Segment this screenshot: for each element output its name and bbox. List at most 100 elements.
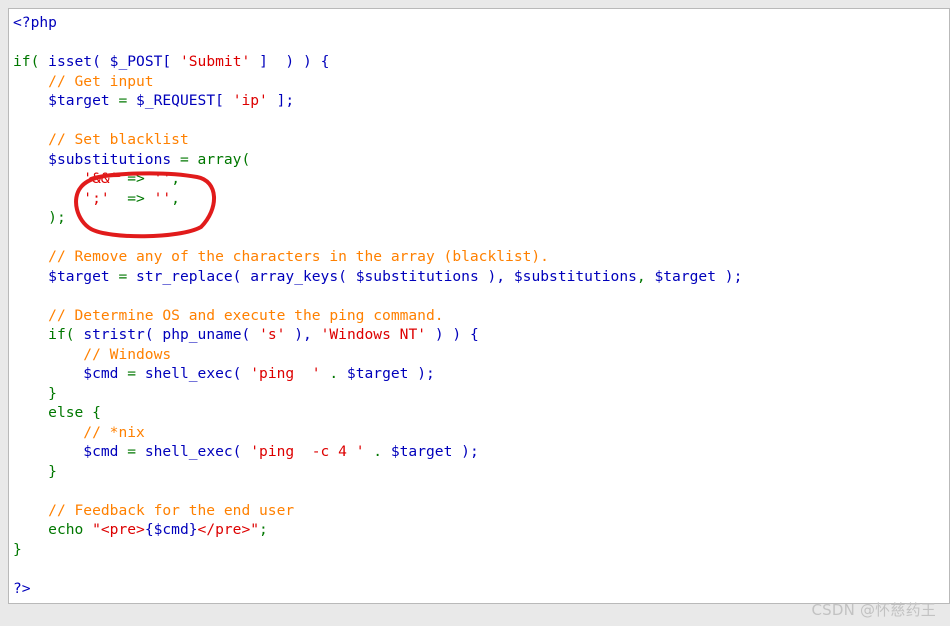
code-token: $target [346,365,409,382]
code-token: isset( [48,53,101,70]
code-token: // Set blacklist [48,131,189,148]
code-token: 'Submit' [179,53,251,70]
code-token: ] ) ) { [250,53,330,70]
code-token: } [13,540,22,558]
code-token: str_replace( [136,267,242,285]
code-token: ]; [267,92,295,109]
code-token: // Windows [83,345,172,363]
code-token: , [171,189,180,207]
code-line: echo "<pre>{$cmd}</pre>"; [13,520,742,540]
code-line: } [13,462,742,482]
code-token: } [48,384,57,402]
code-token: $substitutions [355,267,479,285]
code-line: <?php [13,13,742,33]
code-token: "<pre> [92,521,145,538]
code-token: else { [48,404,101,421]
code-line: $target = str_replace( array_keys( $subs… [13,267,742,287]
code-token: $target [48,267,110,285]
code-token: $_REQUEST[ [136,92,224,109]
code-token: {$cmd} [144,521,198,538]
code-token: => [118,170,154,187]
code-token: ); [452,443,479,460]
code-token: = [118,365,145,382]
code-token: , [636,267,655,285]
code-token: 'ping ' [250,365,321,382]
code-token: ); [716,267,743,285]
code-token: ) ) { [426,326,479,343]
code-token: = [118,443,145,460]
code-token: if( [48,326,75,343]
csdn-watermark: CSDN @怀慈药王 [811,601,936,619]
code-token: => [109,189,154,207]
code-line: ';' => '', [13,189,742,209]
code-token: = [109,267,137,285]
code-line: if( stristr( php_uname( 's' ), 'Windows … [13,325,742,345]
code-token: $cmd [83,443,119,460]
code-token: // Feedback for the end user [48,501,295,519]
code-token: // Get input [48,72,154,90]
code-token: ; [259,521,268,538]
code-token: if( [13,53,40,70]
code-token: // Remove any of the characters in the a… [48,248,549,265]
code-token: ), [478,267,514,285]
code-token: ), [285,326,321,343]
code-token: '' [153,170,172,187]
code-token: '&&' [83,170,119,187]
code-token: . [364,443,391,460]
code-token: $cmd [83,365,119,382]
code-token: ?> [13,579,31,597]
php-source-code: <?php if( isset( $_POST[ 'Submit' ] ) ) … [13,13,742,598]
code-line: '&&' => '', [13,169,742,189]
code-token: $substitutions [513,267,637,285]
code-viewer: <?php if( isset( $_POST[ 'Submit' ] ) ) … [8,8,950,604]
code-token: echo [48,521,93,538]
code-token: php_uname( [162,326,251,343]
code-token: $substitutions [48,150,172,168]
code-line: // Remove any of the characters in the a… [13,247,742,267]
code-line: $substitutions = array( [13,150,742,170]
code-token: ); [408,365,435,382]
code-token: ); [48,209,66,226]
code-token: ';' [83,189,110,207]
code-token: '' [153,189,172,207]
code-token: // *nix [83,423,145,441]
code-token: = [171,150,198,168]
code-line: // Windows [13,345,742,365]
code-line: // Set blacklist [13,130,742,150]
code-token: $_POST[ [109,53,172,70]
code-token: <?php [13,14,57,31]
code-token: 'Windows NT' [320,326,427,343]
code-line: // Determine OS and execute the ping com… [13,306,742,326]
code-token: , [171,170,180,187]
code-token: 'ping -c 4 ' [250,443,365,460]
